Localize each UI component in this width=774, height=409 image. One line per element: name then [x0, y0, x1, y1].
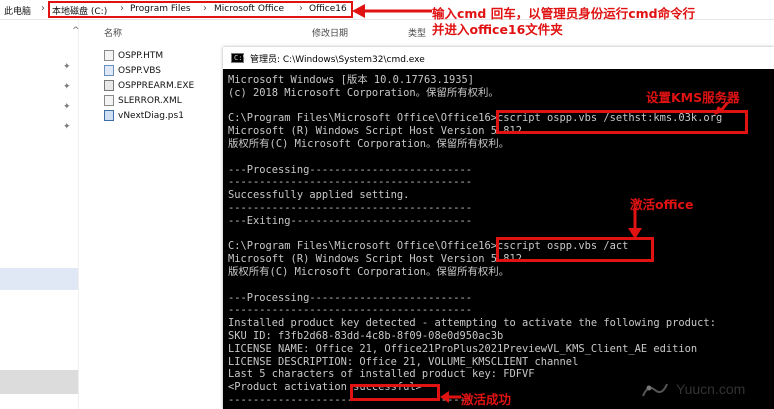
- console-line: 版权所有(C) Microsoft Corporation。保留所有权利。: [228, 265, 510, 278]
- console-line: Microsoft Windows [版本 10.0.17763.1935]: [228, 74, 474, 86]
- highlight-activation-successful: [350, 384, 440, 401]
- navigation-pane[interactable]: ^ ✦ ✦ ✦ ✦: [0, 20, 80, 409]
- cmd-titlebar[interactable]: C:\ 管理员: C:\Windows\System32\cmd.exe: [223, 47, 774, 69]
- breadcrumb-this-pc[interactable]: 此电脑: [4, 4, 31, 17]
- annotation-set-kms: 设置KMS服务器: [646, 90, 740, 105]
- pin-icon: ✦: [63, 62, 71, 72]
- pin-icon: ✦: [63, 82, 71, 92]
- file-item-vnextdiag-ps1[interactable]: vNextDiag.ps1: [104, 110, 194, 125]
- column-header-type[interactable]: 类型: [408, 26, 426, 39]
- annotation-activation-success: 激活成功: [461, 392, 512, 407]
- xml-file-icon: [104, 95, 114, 106]
- annotation-open-cmd: 输入cmd 回车，以管理员身份运行cmd命令行 并进入office16文件夹: [432, 6, 695, 38]
- powershell-file-icon: [104, 110, 114, 121]
- annotation-line-2: 并进入office16文件夹: [432, 22, 563, 37]
- console-line: ---Processing--------------------------: [228, 163, 472, 176]
- pin-icon: ✦: [63, 122, 71, 132]
- arrow-icon: [352, 4, 432, 18]
- annotation-line-1: 输入cmd 回车，以管理员身份运行cmd命令行: [432, 6, 696, 21]
- highlight-sethst-command: [496, 110, 748, 134]
- console-line: ---------------------------------------: [228, 176, 472, 189]
- cmd-window-title: 管理员: C:\Windows\System32\cmd.exe: [250, 55, 425, 65]
- file-name: OSPP.HTM: [118, 51, 164, 61]
- file-item-ospp-vbs[interactable]: OSPP.VBS: [104, 65, 194, 80]
- console-line: LICENSE DESCRIPTION: Office 21, VOLUME_K…: [228, 355, 579, 368]
- address-highlight-box: [48, 1, 353, 18]
- file-item-slerror-xml[interactable]: SLERROR.XML: [104, 95, 194, 110]
- column-header-name[interactable]: 名称: [104, 26, 122, 39]
- console-line: Installed product key detected - attempt…: [228, 317, 716, 330]
- nav-item-hover[interactable]: [0, 370, 78, 394]
- nav-item-selected[interactable]: [0, 268, 78, 290]
- highlight-act-command: [496, 237, 654, 262]
- annotation-activate-office: 激活office: [630, 197, 694, 212]
- exe-file-icon: [104, 80, 114, 91]
- console-line: ---Exiting-----------------------------: [228, 214, 472, 227]
- chevron-right-icon: ›: [41, 3, 45, 14]
- console-line: 版权所有(C) Microsoft Corporation。保留所有权利。: [228, 137, 510, 150]
- console-line: SKU ID: f3fb2d68-83dd-4c8b-8f09-08e0d950…: [228, 329, 504, 342]
- chevron-up-icon[interactable]: ^: [72, 26, 80, 36]
- file-name: OSPP.VBS: [118, 66, 161, 76]
- console-line: LICENSE NAME: Office 21, Office21ProPlus…: [228, 342, 698, 355]
- column-header-date[interactable]: 修改日期: [312, 26, 348, 39]
- watermark-text: Yuucn.com: [676, 381, 746, 397]
- arrow-icon: [440, 391, 461, 403]
- file-name: vNextDiag.ps1: [118, 111, 184, 121]
- file-item-ospprearm-exe[interactable]: OSPPREARM.EXE: [104, 80, 194, 95]
- file-name: OSPPREARM.EXE: [118, 81, 195, 91]
- watermark-logo-icon: [642, 383, 668, 397]
- console-line: ---------------------------------------: [228, 304, 472, 317]
- terminal-icon: C:\: [231, 53, 247, 63]
- vbs-script-icon: [104, 65, 114, 76]
- html-file-icon: [104, 50, 114, 61]
- pin-icon: ✦: [63, 102, 71, 112]
- file-item-ospp-htm[interactable]: OSPP.HTM: [104, 50, 194, 65]
- file-name: SLERROR.XML: [118, 96, 182, 106]
- file-list: OSPP.HTM OSPP.VBS OSPPREARM.EXE SLERROR.…: [104, 50, 194, 125]
- console-line: ---Processing--------------------------: [228, 291, 472, 304]
